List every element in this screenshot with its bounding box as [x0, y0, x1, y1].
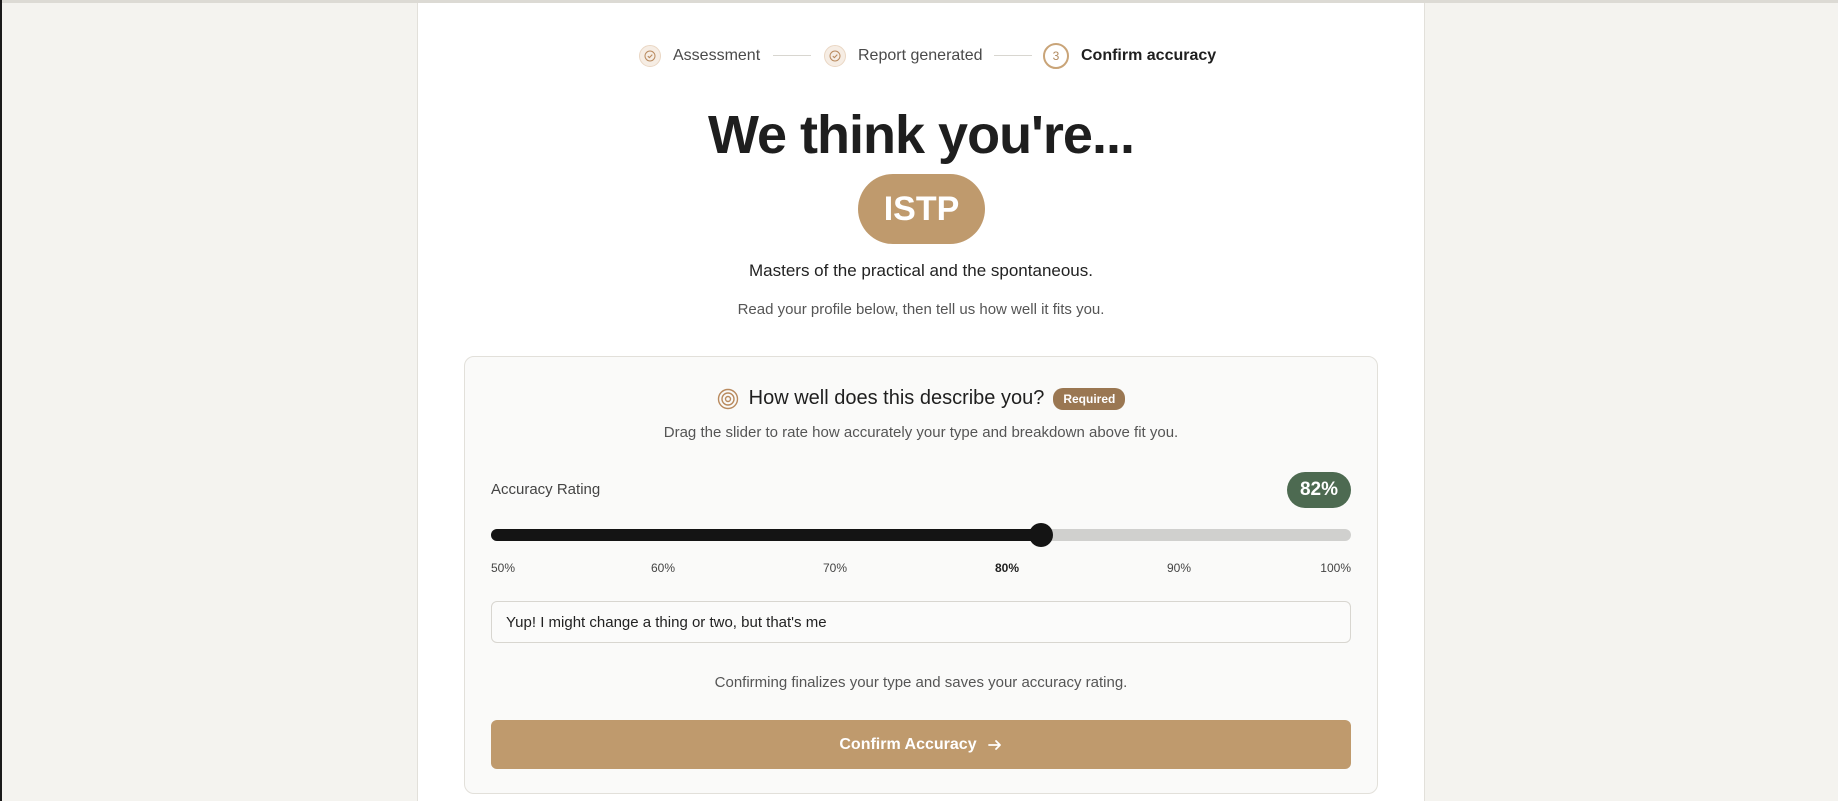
tick-label: 60%	[650, 561, 676, 575]
window-left-border	[0, 0, 2, 801]
confirm-accuracy-button[interactable]: Confirm Accuracy	[491, 720, 1351, 769]
check-icon	[639, 45, 661, 67]
step-report-generated: Report generated	[824, 41, 983, 71]
tick-label: 70%	[822, 561, 848, 575]
required-badge: Required	[1053, 387, 1126, 410]
accuracy-rating-label: Accuracy Rating	[491, 481, 601, 498]
slider-tick-labels: 50% 60% 70% 80% 90% 100%	[491, 561, 1351, 577]
question-description: Drag the slider to rate how accurately y…	[663, 424, 1179, 441]
question-title: How well does this describe you?	[748, 387, 1045, 409]
accuracy-rating-card: How well does this describe you? Require…	[464, 356, 1378, 794]
step-label: Confirm accuracy	[1081, 47, 1217, 64]
rating-feedback-field[interactable]: Yup! I might change a thing or two, but …	[491, 601, 1351, 643]
check-icon	[824, 45, 846, 67]
step-label: Report generated	[858, 47, 983, 64]
tick-label: 90%	[1166, 561, 1192, 575]
accuracy-slider[interactable]	[491, 523, 1351, 547]
step-confirm-accuracy: 3 Confirm accuracy	[1043, 41, 1216, 71]
tick-label: 80%	[994, 561, 1020, 575]
type-tagline: Masters of the practical and the spontan…	[749, 261, 1093, 280]
personality-type-badge: ISTP	[858, 174, 985, 244]
step-connector	[994, 55, 1032, 56]
arrow-right-icon	[987, 737, 1003, 753]
step-label: Assessment	[673, 47, 761, 64]
target-icon	[717, 388, 739, 410]
tick-label: 50%	[491, 561, 516, 575]
main-panel: Assessment Report generated 3 Confirm ac…	[417, 3, 1425, 801]
slider-fill	[491, 529, 1042, 541]
progress-stepper: Assessment Report generated 3 Confirm ac…	[418, 41, 1424, 71]
step-number: 3	[1043, 43, 1069, 69]
instruction-text: Read your profile below, then tell us ho…	[737, 301, 1105, 318]
accuracy-value-badge: 82%	[1286, 472, 1351, 508]
question-header: How well does this describe you? Require…	[465, 387, 1377, 410]
step-connector	[773, 55, 811, 56]
tick-label: 100%	[1320, 561, 1351, 575]
step-assessment: Assessment	[639, 41, 760, 71]
confirm-note: Confirming finalizes your type and saves…	[714, 674, 1128, 691]
page-title: We think you're...	[708, 105, 1135, 165]
slider-thumb[interactable]	[1029, 523, 1054, 547]
confirm-button-label: Confirm Accuracy	[839, 735, 977, 753]
